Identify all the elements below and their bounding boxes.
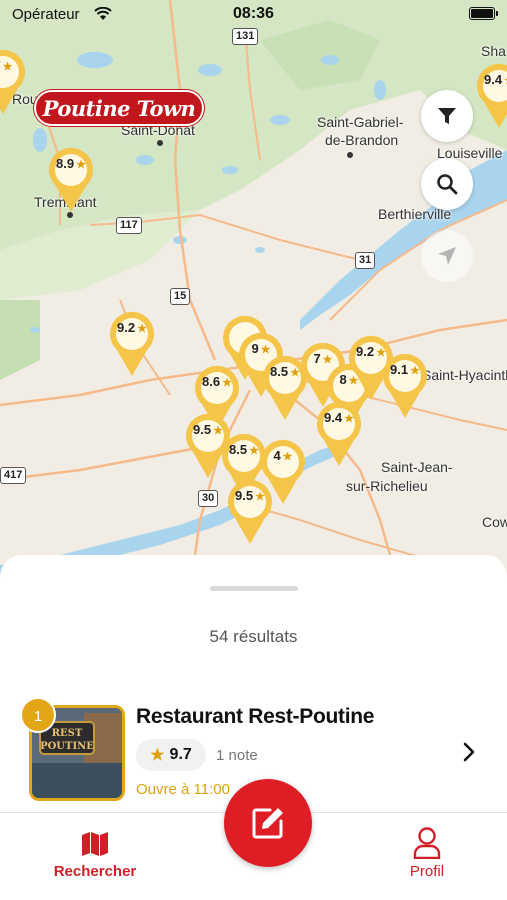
- review-count: 1 note: [216, 747, 258, 764]
- restaurant-marker[interactable]: 7★: [0, 44, 28, 116]
- star-icon: ★: [2, 61, 13, 73]
- star-icon: ★: [290, 367, 300, 379]
- locate-me-button[interactable]: [421, 230, 473, 282]
- road-shield: 417: [0, 467, 27, 484]
- restaurant-marker[interactable]: 9.2 ★: [107, 306, 157, 378]
- road-shield: 15: [170, 288, 191, 305]
- restaurant-marker[interactable]: 9.1 ★: [380, 348, 430, 420]
- road-shield: 117: [116, 217, 142, 234]
- chevron-right-icon[interactable]: [462, 742, 476, 762]
- tab-search-label: Rechercher: [53, 863, 137, 880]
- score-pill: ★ 9.7: [136, 739, 206, 771]
- marker-rating: 9.2: [117, 320, 136, 335]
- map-view[interactable]: Saint-Donat Saint-Gabriel- de-Brandon Lo…: [0, 0, 507, 590]
- road-shield: 30: [198, 490, 219, 507]
- add-review-button[interactable]: [224, 779, 312, 867]
- rank-badge: 1: [20, 697, 56, 733]
- tab-profile[interactable]: Profil: [352, 813, 502, 900]
- restaurant-marker[interactable]: 9.4★: [314, 396, 364, 468]
- road-shield: 31: [355, 252, 376, 269]
- marker-rating: 9.4: [324, 410, 343, 425]
- filter-button[interactable]: [421, 90, 473, 142]
- score-value: 9.7: [169, 746, 192, 763]
- marker-rating: 8.6: [202, 374, 221, 389]
- place-label: Saint-Hyacinthe: [422, 367, 507, 383]
- marker-rating: 9.5: [235, 488, 254, 503]
- filter-icon: [438, 108, 456, 124]
- star-icon: ★: [137, 323, 147, 335]
- status-time: 08:36: [233, 5, 274, 22]
- marker-rating: 4: [273, 448, 281, 463]
- star-icon: ★: [344, 413, 354, 425]
- marker-rating: 9.2: [356, 344, 375, 359]
- battery-icon: [469, 7, 498, 20]
- restaurant-name: Restaurant Rest-Poutine: [136, 705, 375, 728]
- marker-rating: 7: [0, 58, 1, 73]
- results-count: 54 résultats: [209, 627, 298, 646]
- poutine-town-logo: Poutine Town: [34, 90, 204, 126]
- restaurant-marker[interactable]: 9.5 ★: [225, 474, 275, 546]
- star-icon: ★: [76, 159, 86, 171]
- place-label: sur-Richelieu: [346, 478, 428, 494]
- place-label: de-Brandon: [325, 132, 399, 148]
- map-icon: [82, 832, 108, 856]
- marker-rating: 7: [313, 351, 321, 366]
- restaurant-marker[interactable]: 8.5 ★: [260, 350, 310, 422]
- tab-search[interactable]: Rechercher: [20, 813, 170, 900]
- sheet-grabber[interactable]: [210, 586, 298, 591]
- star-icon: ★: [249, 445, 259, 457]
- star-icon: ★: [410, 365, 420, 377]
- user-icon: [413, 827, 441, 859]
- marker-rating: 8.9: [56, 156, 75, 171]
- star-icon: ★: [150, 747, 165, 764]
- edit-icon: [252, 808, 283, 839]
- thumb-sign-line1: REST: [52, 728, 83, 739]
- star-icon: ★: [255, 491, 265, 503]
- place-label: Saint-Jean-: [381, 459, 453, 475]
- marker-rating: 9.1: [390, 362, 409, 377]
- marker-rating: 9: [251, 341, 259, 356]
- restaurant-marker[interactable]: 8.9 ★: [46, 142, 96, 214]
- marker-rating: 8.5: [270, 364, 289, 379]
- opening-hours: Ouvre à 11:00: [136, 781, 230, 798]
- marker-rating: 9.4: [484, 72, 503, 87]
- thumb-sign-line2: POUTINE: [40, 741, 94, 752]
- star-icon: ★: [282, 451, 293, 463]
- search-icon: [437, 174, 458, 195]
- tab-profile-label: Profil: [409, 863, 445, 880]
- marker-rating: 8.5: [229, 442, 248, 457]
- place-label: Saint-Gabriel-: [317, 114, 404, 130]
- place-label: Cow: [482, 514, 507, 530]
- star-icon: ★: [222, 377, 232, 389]
- location-arrow-icon: [438, 247, 456, 265]
- marker-rating: 9.5: [193, 422, 212, 437]
- status-bar: Opérateur 08:36: [0, 0, 507, 30]
- road-shield: 131: [232, 28, 259, 45]
- search-button[interactable]: [421, 158, 473, 210]
- logo-text: Poutine Town: [34, 90, 204, 126]
- restaurant-marker[interactable]: 9.4★: [474, 58, 507, 130]
